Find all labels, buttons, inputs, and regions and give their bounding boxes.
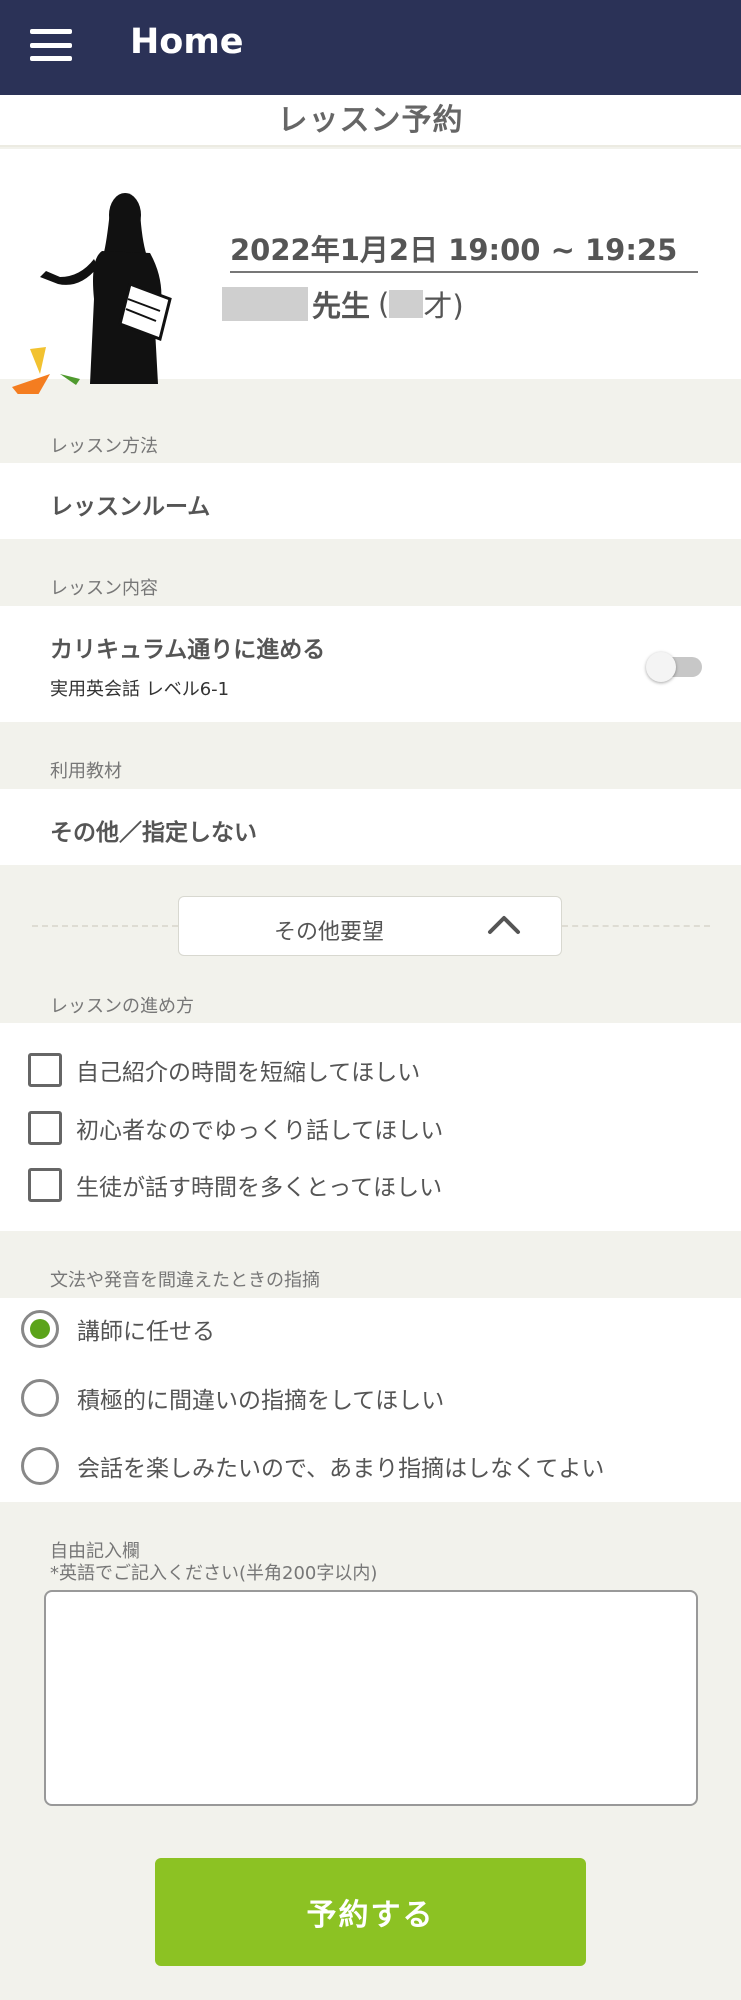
checkbox[interactable] — [28, 1168, 62, 1202]
checkbox[interactable] — [28, 1053, 62, 1087]
lesson-method-value: レッスンルーム — [50, 494, 211, 520]
curriculum-toggle[interactable] — [646, 652, 702, 682]
free-text-note: *英語でご記入ください(半角200字以内) — [50, 1563, 378, 1584]
divider-right — [562, 925, 710, 927]
correction-label: 文法や発音を間違えたときの指摘 — [50, 1270, 320, 1291]
age-suffix: 才) — [423, 289, 464, 323]
correction-option-label: 会話を楽しみたいので、あまり指摘はしなくてよい — [77, 1456, 605, 1482]
progress-option-label: 自己紹介の時間を短縮してほしい — [76, 1060, 421, 1086]
material-value: その他／指定しない — [50, 820, 257, 846]
correction-option[interactable]: 積極的に間違いの指摘をしてほしい — [21, 1379, 444, 1417]
teacher-name-line: 先生 ( 才) — [222, 283, 464, 325]
radio-button[interactable] — [21, 1379, 59, 1417]
redacted-teacher-name — [222, 287, 308, 321]
reserve-button[interactable]: 予約する — [155, 1858, 586, 1966]
lesson-method-row[interactable]: レッスンルーム — [0, 463, 741, 539]
divider-left — [32, 925, 178, 927]
app-bar: Home — [0, 0, 741, 95]
lesson-content-sub: 実用英会話 レベル6-1 — [50, 679, 230, 700]
correction-options: 講師に任せる 積極的に間違いの指摘をしてほしい 会話を楽しみたいので、あまり指摘… — [0, 1298, 741, 1502]
correction-option-label: 積極的に間違いの指摘をしてほしい — [77, 1388, 445, 1414]
progress-options: 自己紹介の時間を短縮してほしい 初心者なのでゆっくり話してほしい 生徒が話す時間… — [0, 1023, 741, 1231]
teacher-card: 2022年1月2日 19:00 ~ 19:25 先生 ( 才) — [0, 149, 741, 394]
other-requests-label: その他要望 — [273, 920, 384, 945]
page-title-bar: レッスン予約 — [0, 95, 741, 147]
lesson-content-row: カリキュラム通りに進める 実用英会話 レベル6-1 — [0, 606, 741, 722]
hamburger-menu-icon[interactable] — [30, 29, 72, 61]
page-title: レッスン予約 — [277, 103, 464, 138]
progress-label: レッスンの進め方 — [50, 996, 194, 1017]
app-bar-title: Home — [130, 22, 244, 62]
redacted-age — [389, 290, 424, 318]
other-requests-toggle-button[interactable]: その他要望 — [178, 896, 562, 956]
lesson-content-label: レッスン内容 — [50, 578, 158, 599]
teacher-silhouette-icon — [12, 193, 172, 394]
age-open: ( — [378, 287, 390, 321]
lesson-method-label: レッスン方法 — [50, 436, 158, 457]
material-row[interactable]: その他／指定しない — [0, 789, 741, 865]
progress-option-label: 生徒が話す時間を多くとってほしい — [76, 1175, 443, 1201]
radio-button-selected[interactable] — [21, 1310, 59, 1348]
correction-option[interactable]: 講師に任せる — [21, 1310, 215, 1348]
checkbox[interactable] — [28, 1111, 62, 1145]
correction-option[interactable]: 会話を楽しみたいので、あまり指摘はしなくてよい — [21, 1447, 604, 1485]
progress-option[interactable]: 自己紹介の時間を短縮してほしい — [28, 1053, 420, 1087]
free-text-input[interactable] — [44, 1590, 698, 1806]
radio-button[interactable] — [21, 1447, 59, 1485]
progress-option-label: 初心者なのでゆっくり話してほしい — [76, 1118, 444, 1144]
material-label: 利用教材 — [50, 761, 122, 782]
lesson-content-value: カリキュラム通りに進める — [50, 637, 326, 663]
correction-option-label: 講師に任せる — [77, 1319, 215, 1345]
teacher-suffix: 先生 — [312, 289, 371, 323]
progress-option[interactable]: 生徒が話す時間を多くとってほしい — [28, 1168, 442, 1202]
lesson-datetime: 2022年1月2日 19:00 ~ 19:25 — [230, 227, 698, 273]
chevron-up-icon — [488, 916, 520, 934]
progress-option[interactable]: 初心者なのでゆっくり話してほしい — [28, 1111, 443, 1145]
